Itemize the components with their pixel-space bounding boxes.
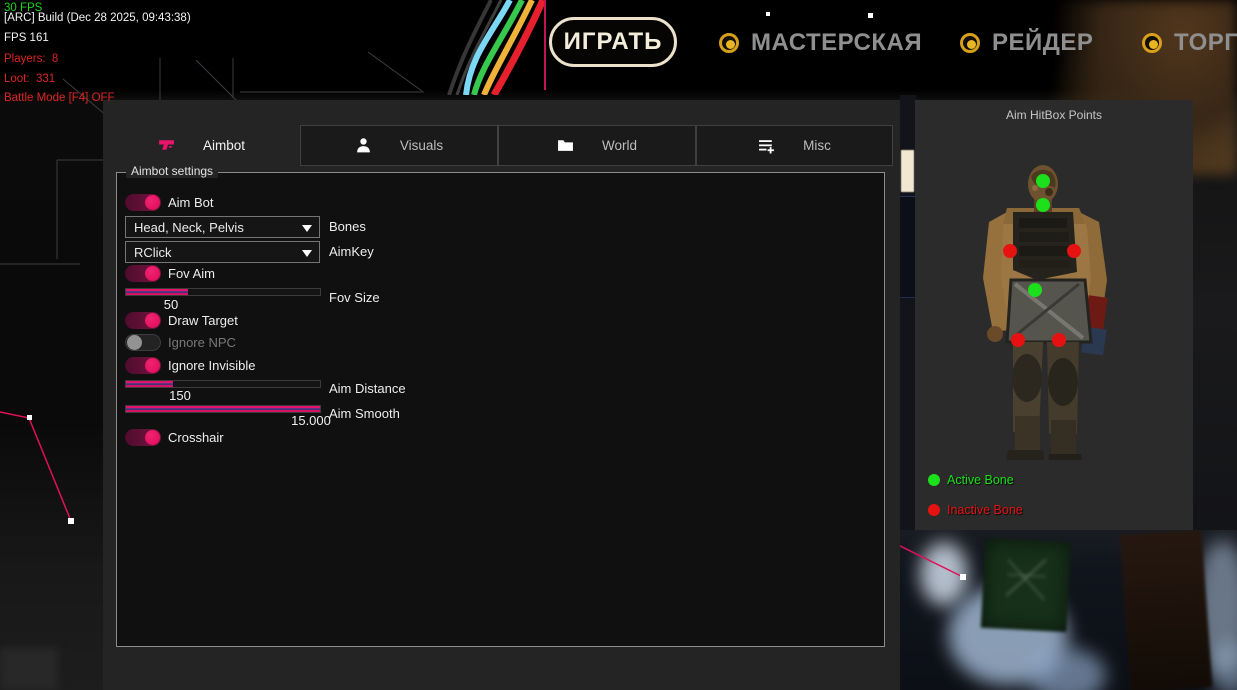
aim-smooth-label: Aim Smooth — [329, 406, 400, 421]
bones-selected-value: Head, Neck, Pelvis — [134, 220, 244, 235]
folder-icon — [557, 137, 574, 154]
draw-target-label: Draw Target — [168, 313, 238, 328]
active-bone-dot — [928, 474, 940, 486]
crosshair-toggle[interactable] — [125, 429, 161, 446]
toggle-knob — [145, 313, 160, 328]
bone-dot-head — [1036, 174, 1050, 188]
game-background-left — [0, 95, 103, 690]
bone-dot-right-leg — [1052, 333, 1066, 347]
coin-icon — [960, 33, 980, 53]
aim-distance-value: 150 — [150, 388, 210, 403]
bones-dropdown[interactable]: Head, Neck, Pelvis — [125, 216, 320, 238]
aim-bot-toggle[interactable] — [125, 194, 161, 211]
fov-size-value: 50 — [141, 297, 201, 312]
wood-column — [1120, 530, 1213, 690]
ignore-invisible-toggle[interactable] — [125, 357, 161, 374]
legend-label: Inactive Bone — [947, 503, 1023, 517]
slider-fill — [126, 406, 320, 412]
toggle-knob — [145, 266, 160, 281]
playlist-add-icon — [758, 137, 775, 154]
aim-distance-label: Aim Distance — [329, 381, 406, 396]
tab-misc[interactable]: Misc — [696, 125, 893, 166]
aimbot-settings-group: Aimbot settings Aim Bot Head, Neck, Pelv… — [116, 172, 885, 647]
menu-item-label: ТОРГОВЦЫ — [1174, 29, 1237, 57]
pistol-icon — [158, 137, 175, 154]
fov-size-slider[interactable] — [125, 288, 321, 296]
menu-item-raider[interactable]: РЕЙДЕР — [960, 27, 1093, 59]
bone-dot-pelvis — [1028, 283, 1042, 297]
coin-icon — [719, 33, 739, 53]
toggle-knob — [127, 335, 142, 350]
legend-inactive-bone: Inactive Bone — [928, 503, 1023, 517]
aim-smooth-slider[interactable] — [125, 405, 321, 413]
slider-fill — [126, 381, 173, 387]
green-sign — [981, 538, 1072, 632]
toggle-knob — [145, 195, 160, 210]
tab-world[interactable]: World — [498, 125, 696, 166]
aimkey-label: AimKey — [329, 244, 374, 259]
menu-item-label: МАСТЕРСКАЯ — [751, 29, 922, 57]
bones-label: Bones — [329, 219, 366, 234]
person-icon — [355, 137, 372, 154]
slider-fill — [126, 289, 188, 295]
coin-icon — [1142, 33, 1162, 53]
tab-label: World — [602, 138, 637, 153]
blur-blob — [920, 542, 968, 606]
sign-characters — [1006, 557, 1047, 611]
game-main-menu: ИГРАТЬ МАСТЕРСКАЯ РЕЙДЕР ТОРГОВЦЫ — [0, 0, 1237, 92]
lamp-post — [901, 150, 914, 192]
bone-dot-right-arm — [1067, 244, 1081, 258]
draw-target-toggle[interactable] — [125, 312, 161, 329]
aim-bot-label: Aim Bot — [168, 195, 214, 210]
ignore-npc-toggle[interactable] — [125, 334, 161, 351]
fov-aim-toggle[interactable] — [125, 265, 161, 282]
fov-size-label: Fov Size — [329, 290, 380, 305]
tab-label: Misc — [803, 138, 831, 153]
menu-item-traders[interactable]: ТОРГОВЦЫ — [1142, 27, 1237, 59]
aimkey-dropdown[interactable]: RClick — [125, 241, 320, 263]
lamp-post-shadow — [900, 196, 915, 298]
bone-dot-left-leg — [1011, 333, 1025, 347]
cheat-menu-panel: Aimbot Visuals World Misc — [103, 100, 900, 690]
blur-blob — [1028, 648, 1106, 690]
ignore-invisible-label: Ignore Invisible — [168, 358, 255, 373]
inactive-bone-dot — [928, 504, 940, 516]
tab-aimbot[interactable]: Aimbot — [103, 125, 300, 166]
chevron-down-icon — [302, 250, 312, 257]
play-button[interactable]: ИГРАТЬ — [549, 17, 677, 67]
game-background-bottom-right — [900, 530, 1237, 690]
menu-item-workshop[interactable]: МАСТЕРСКАЯ — [719, 27, 922, 59]
bone-dot-neck — [1036, 198, 1050, 212]
legend-active-bone: Active Bone — [928, 473, 1014, 487]
game-screen: 30 FPS [ARC] Build (Dec 28 2025, 09:43:3… — [0, 0, 1237, 690]
tab-visuals[interactable]: Visuals — [300, 125, 498, 166]
group-title: Aimbot settings — [126, 164, 218, 178]
toggle-knob — [145, 358, 160, 373]
aimkey-selected-value: RClick — [134, 245, 172, 260]
toggle-knob — [145, 430, 160, 445]
legend-label: Active Bone — [947, 473, 1014, 487]
bone-dot-left-arm — [1003, 244, 1017, 258]
game-background-highlight — [0, 648, 58, 690]
tab-label: Aimbot — [203, 138, 245, 153]
character-model — [915, 100, 1193, 460]
hitbox-panel: Aim HitBox Points — [915, 100, 1193, 530]
menu-item-label: РЕЙДЕР — [992, 29, 1093, 57]
chevron-down-icon — [302, 225, 312, 232]
crosshair-label: Crosshair — [168, 430, 224, 445]
ignore-npc-label: Ignore NPC — [168, 335, 236, 350]
aim-distance-slider[interactable] — [125, 380, 321, 388]
tab-label: Visuals — [400, 138, 443, 153]
fov-aim-label: Fov Aim — [168, 266, 215, 281]
